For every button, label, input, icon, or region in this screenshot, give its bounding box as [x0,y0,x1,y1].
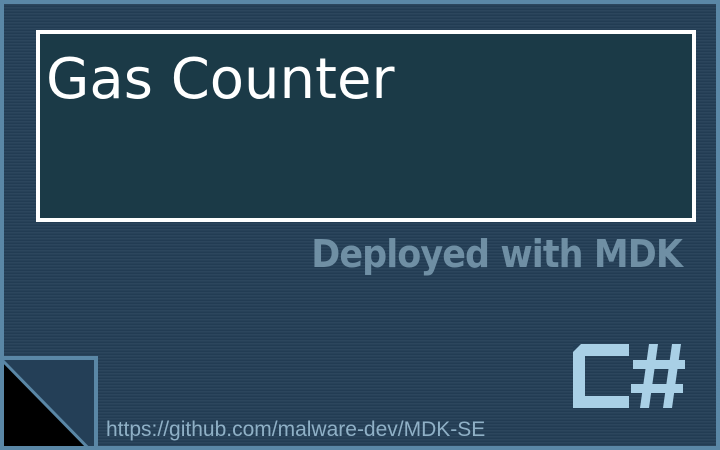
thumbnail-frame: Gas Counter Deployed with MDK https://gi… [0,0,720,450]
github-url: https://github.com/malware-dev/MDK-SE [106,418,486,441]
script-title: Gas Counter [46,47,395,112]
folded-corner-icon [4,356,98,446]
deployed-banner: Deployed with MDK [311,232,683,276]
title-panel: Gas Counter [36,30,696,222]
csharp-logo-icon [573,344,685,408]
